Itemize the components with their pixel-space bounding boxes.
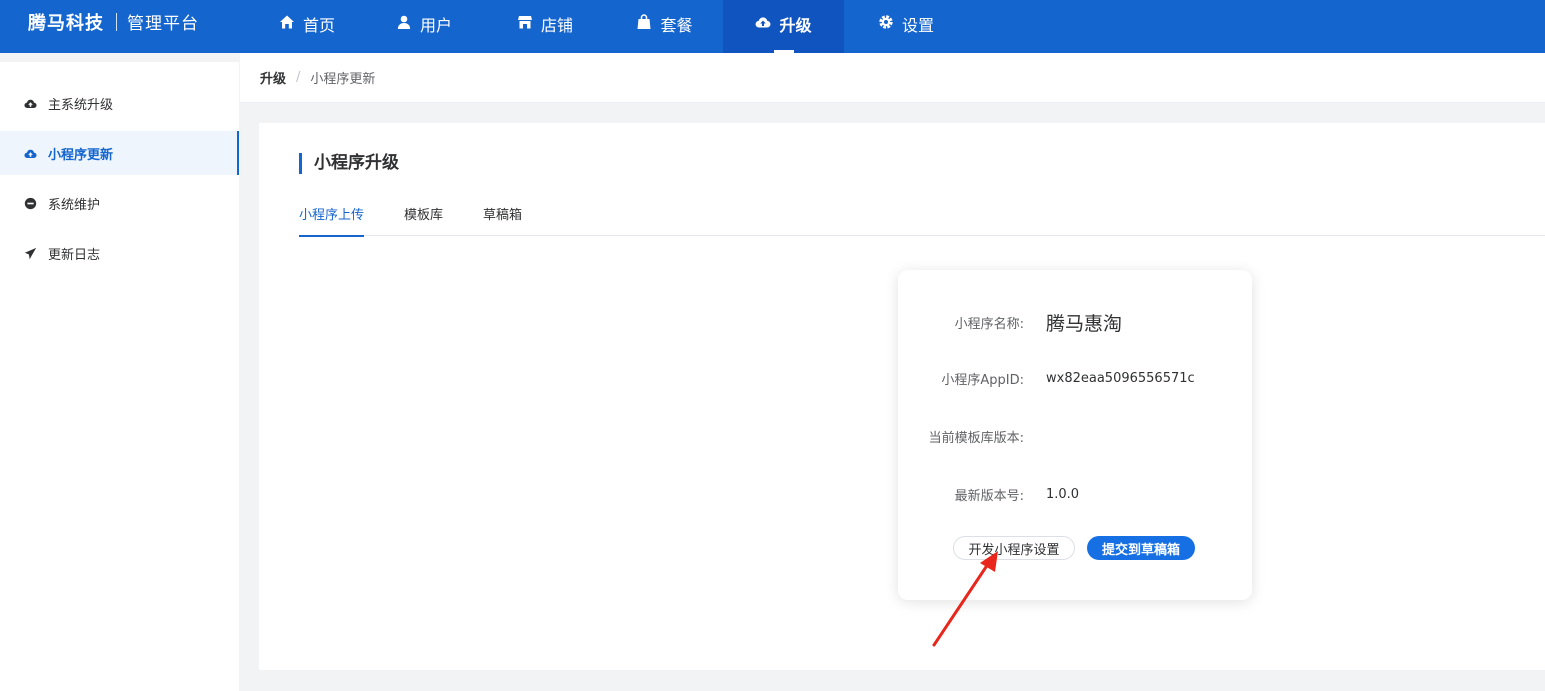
latest-version-label: 最新版本号:	[954, 488, 1024, 504]
breadcrumb-root[interactable]: 升级	[260, 68, 286, 87]
miniprogram-name-value: 腾马惠淘	[1046, 312, 1123, 335]
brand-name: 腾马科技	[28, 12, 104, 34]
nav-label-stores: 店铺	[540, 16, 573, 35]
miniprogram-name-label: 小程序名称:	[954, 316, 1024, 332]
sidebar-item-label: 更新日志	[48, 247, 101, 263]
annotation-arrow	[932, 551, 998, 647]
nav-item-packages[interactable]: 套餐	[606, 0, 723, 53]
home-icon	[279, 15, 294, 29]
nav-item-settings[interactable]: 设置	[844, 0, 968, 53]
gear-icon	[879, 15, 893, 29]
main-nav: 首页 用户 店铺 套餐 升级 设置	[250, 0, 968, 53]
cloud-upload-icon	[756, 17, 771, 28]
store-icon	[517, 16, 532, 29]
sidebar-item-changelog[interactable]: 更新日志	[0, 231, 239, 275]
appid-label: 小程序AppID:	[941, 372, 1024, 388]
info-row-latest-version: 最新版本号: 1.0.0	[898, 482, 1252, 506]
nav-label-home: 首页	[302, 16, 335, 35]
info-row-name: 小程序名称: 腾马惠淘	[898, 310, 1252, 335]
cloud-upload-icon	[24, 149, 37, 158]
breadcrumb: 升级 / 小程序更新	[240, 53, 1545, 103]
nav-item-stores[interactable]: 店铺	[484, 0, 606, 53]
sidebar-item-label: 小程序更新	[48, 147, 114, 163]
section-title: 小程序升级	[299, 153, 399, 174]
nav-item-home[interactable]: 首页	[250, 0, 364, 53]
cloud-upload-icon	[24, 99, 37, 108]
tab-miniprogram-upload[interactable]: 小程序上传	[299, 203, 365, 237]
brand-divider	[116, 12, 117, 31]
sidebar-item-label: 系统维护	[48, 197, 101, 213]
nav-label-settings: 设置	[901, 16, 934, 35]
sidebar: 主系统升级 小程序更新 系统维护 更新日志	[0, 62, 239, 691]
user-icon	[397, 15, 411, 29]
brand-subtitle: 管理平台	[127, 14, 199, 34]
tab-template-library[interactable]: 模板库	[404, 203, 443, 236]
nav-label-users: 用户	[419, 16, 452, 35]
breadcrumb-current: 小程序更新	[310, 72, 376, 87]
nav-label-packages: 套餐	[660, 16, 693, 35]
tab-drafts[interactable]: 草稿箱	[483, 203, 522, 236]
bag-icon	[637, 14, 651, 29]
appid-value: wx82eaa5096556571c	[1046, 370, 1195, 386]
submit-to-drafts-button[interactable]: 提交到草稿箱	[1087, 536, 1195, 560]
sidebar-item-miniprogram-update[interactable]: 小程序更新	[0, 131, 239, 175]
minus-circle-icon	[24, 197, 37, 209]
send-icon	[24, 247, 37, 259]
info-row-appid: 小程序AppID: wx82eaa5096556571c	[898, 366, 1252, 390]
tab-bar: 小程序上传 模板库 草稿箱	[299, 203, 1545, 237]
nav-item-upgrade[interactable]: 升级	[723, 0, 844, 53]
sidebar-item-system-upgrade[interactable]: 主系统升级	[0, 81, 239, 125]
info-row-template-version: 当前模板库版本:	[898, 424, 1252, 448]
nav-label-upgrade: 升级	[779, 16, 812, 35]
breadcrumb-separator: /	[296, 70, 301, 85]
sidebar-item-maintenance[interactable]: 系统维护	[0, 181, 239, 225]
nav-item-users[interactable]: 用户	[364, 0, 484, 53]
top-nav-bar: 腾马科技 管理平台 首页 用户 店铺 套餐 升级 设置	[0, 0, 1545, 53]
latest-version-value: 1.0.0	[1046, 486, 1080, 502]
brand: 腾马科技 管理平台	[0, 0, 199, 43]
template-version-label: 当前模板库版本:	[928, 430, 1024, 446]
sidebar-item-label: 主系统升级	[48, 97, 114, 113]
